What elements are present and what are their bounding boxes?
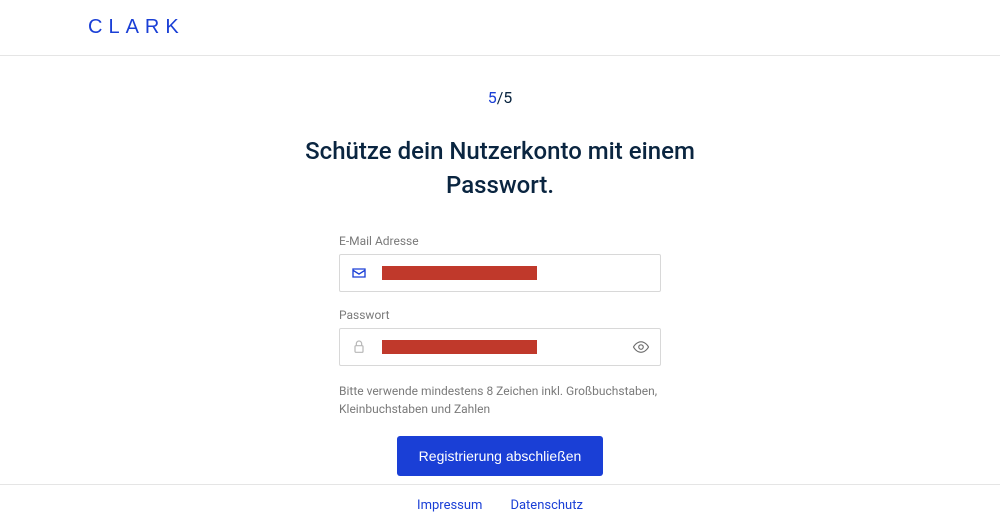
step-total: 5 [503, 88, 512, 107]
footer-imprint-link[interactable]: Impressum [417, 498, 482, 513]
password-field-group: Passwort [339, 308, 661, 366]
submit-wrapper: Registrierung abschließen [339, 436, 661, 476]
footer: Impressum Datenschutz [0, 484, 1000, 526]
footer-privacy-link[interactable]: Datenschutz [510, 498, 582, 513]
password-hint: Bitte verwende mindestens 8 Zeichen inkl… [339, 382, 661, 418]
brand-logo: CLARK [88, 16, 185, 39]
step-counter: 5/5 [488, 88, 513, 107]
email-value-redacted [382, 266, 537, 280]
step-current: 5 [488, 88, 497, 107]
mail-icon [350, 264, 368, 282]
lock-icon [350, 338, 368, 356]
header: CLARK [0, 0, 1000, 56]
submit-button[interactable]: Registrierung abschließen [397, 436, 604, 476]
password-value-redacted [382, 340, 537, 354]
main-content: 5/5 Schütze dein Nutzerkonto mit einem P… [0, 56, 1000, 476]
email-label: E-Mail Adresse [339, 234, 661, 248]
email-input[interactable] [339, 254, 661, 292]
page-title: Schütze dein Nutzerkonto mit einem Passw… [300, 135, 700, 202]
toggle-password-visibility-icon[interactable] [632, 338, 650, 356]
password-label: Passwort [339, 308, 661, 322]
password-input[interactable] [339, 328, 661, 366]
email-field-group: E-Mail Adresse [339, 234, 661, 292]
signup-form: E-Mail Adresse Passwort Bitte verwende m [339, 234, 661, 476]
